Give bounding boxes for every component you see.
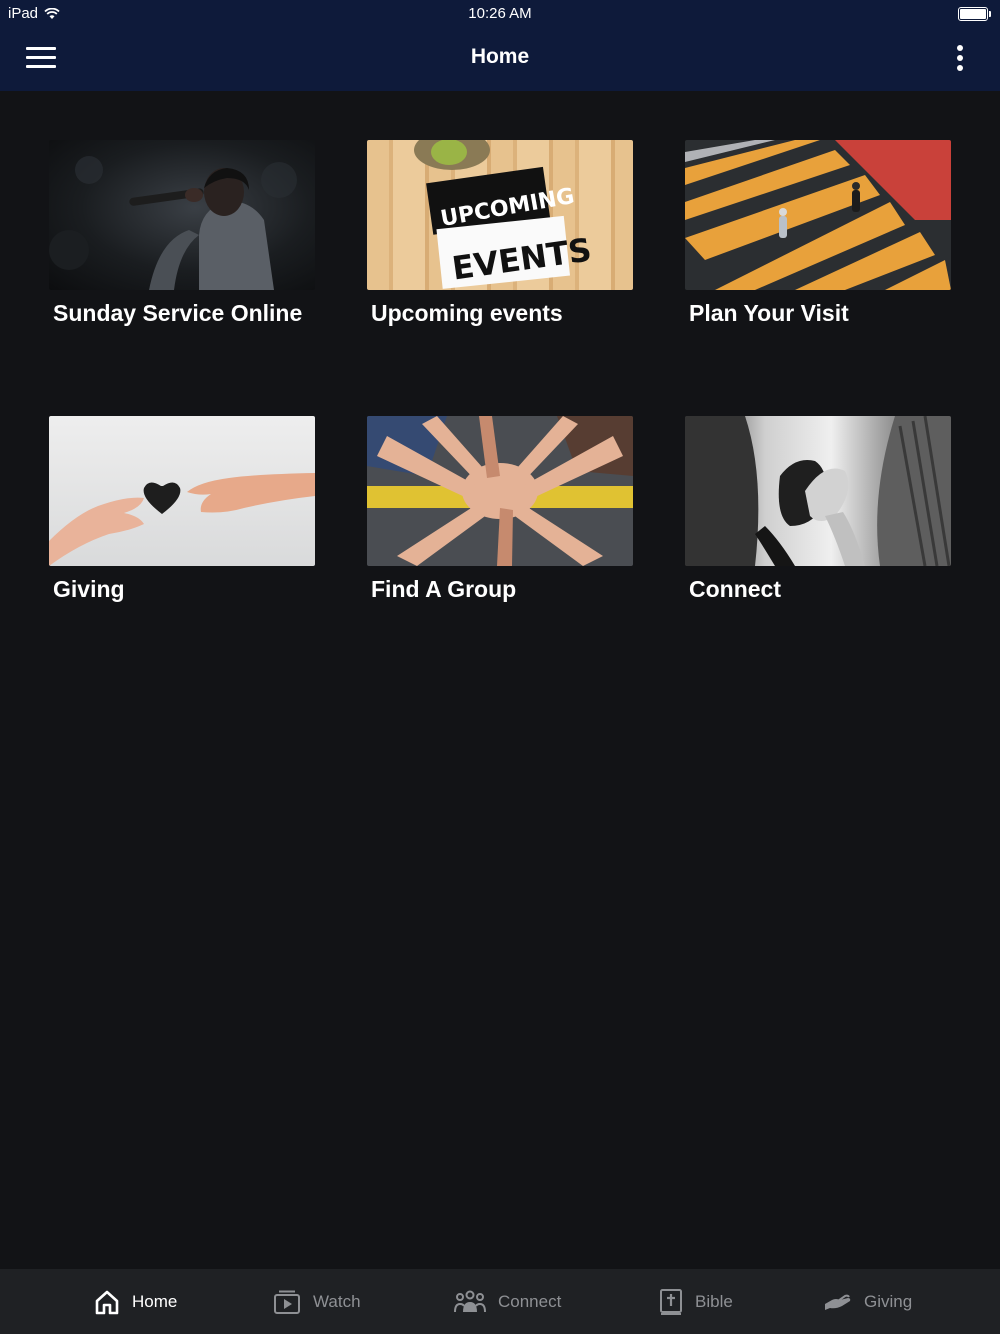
tab-bible[interactable]: Bible [659,1287,733,1317]
tab-label: Home [132,1292,178,1311]
tab-connect[interactable]: Connect [454,1287,561,1317]
battery-icon [958,7,992,21]
tile-label: Upcoming events [371,300,563,326]
tile-label: Find A Group [371,576,517,602]
tile-upcoming-events[interactable]: UPCOMING EVENTS Upcoming events [367,140,633,340]
tab-label: Connect [498,1292,562,1311]
home-icon [95,1290,119,1315]
bottom-tab-bar: Home Watch Connect Bible Giving [0,1269,1000,1334]
tab-watch[interactable]: Watch [273,1287,361,1317]
tile-connect[interactable]: Connect [685,416,951,616]
tile-giving[interactable]: Giving [49,416,315,616]
tab-giving[interactable]: Giving [824,1287,912,1317]
giving-hand-icon [825,1294,851,1310]
tile-sunday-service[interactable]: Sunday Service Online [49,140,315,340]
page-title: Home [470,45,530,68]
tile-plan-visit[interactable]: Plan Your Visit [685,140,951,340]
tab-home[interactable]: Home [94,1287,177,1317]
more-vertical-icon[interactable] [948,42,972,74]
tab-label: Watch [313,1292,361,1311]
tab-label: Bible [695,1292,733,1311]
giving-image [49,416,315,566]
tile-label: Plan Your Visit [689,300,849,326]
bible-icon [660,1289,682,1315]
tile-label: Connect [689,576,781,602]
status-bar: iPad 10:26 AM [0,0,1000,28]
connect-image [685,416,951,566]
nav-bar: Home [0,28,1000,91]
plan-visit-image [685,140,951,290]
find-group-image [367,416,633,566]
sunday-service-image [49,140,315,290]
watch-video-icon [274,1290,300,1314]
tile-label: Sunday Service Online [53,300,303,326]
tab-label: Giving [864,1292,913,1311]
status-time: 10:26 AM [468,5,532,22]
people-group-icon [454,1290,486,1313]
upcoming-events-image: UPCOMING EVENTS [367,140,633,290]
tile-find-group[interactable]: Find A Group [367,416,633,616]
tile-label: Giving [53,576,125,602]
